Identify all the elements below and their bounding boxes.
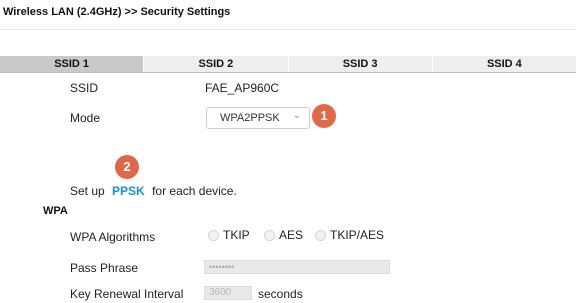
pass-phrase-input[interactable]: •••••••• [204, 260, 390, 274]
tab-ssid-1[interactable]: SSID 1 [0, 56, 144, 72]
setup-prefix: Set up [70, 184, 105, 198]
radio-aes[interactable]: AES [264, 228, 303, 242]
key-renewal-unit: seconds [258, 287, 303, 301]
radio-aes-label: AES [279, 228, 304, 242]
pass-phrase-label: Pass Phrase [70, 261, 139, 275]
radio-tkip[interactable]: TKIP [208, 228, 250, 242]
page-title: Wireless LAN (2.4GHz) >> Security Settin… [3, 6, 231, 18]
tab-ssid-3[interactable]: SSID 3 [287, 56, 432, 72]
ssid-label: SSID [70, 81, 99, 95]
radio-tkip-aes-label: TKIP/AES [330, 228, 385, 242]
mode-selected-value: WPA2PPSK [220, 112, 280, 124]
radio-circle[interactable] [264, 229, 275, 241]
ppsk-link[interactable]: PPSK [112, 184, 145, 198]
wpa-section-heading: WPA [43, 205, 68, 217]
wpa-algorithms-label: WPA Algorithms [70, 230, 156, 244]
title-divider [0, 29, 576, 30]
radio-tkip-aes[interactable]: TKIP/AES [315, 228, 384, 242]
ppsk-setup-text: Set up PPSK for each device. [70, 184, 237, 198]
key-renewal-label: Key Renewal Interval [70, 287, 184, 301]
step-badge-2: 2 [115, 155, 139, 179]
mode-select[interactable]: WPA2PPSK ⌄ [206, 107, 310, 129]
tab-ssid-2[interactable]: SSID 2 [143, 56, 288, 72]
chevron-down-icon: ⌄ [292, 110, 301, 121]
setup-suffix: for each device. [152, 184, 237, 198]
radio-circle[interactable] [315, 229, 326, 241]
radio-tkip-label: TKIP [223, 228, 250, 242]
step-badge-1: 1 [312, 104, 336, 128]
tab-ssid-4[interactable]: SSID 4 [431, 56, 576, 72]
ssid-value: FAE_AP960C [205, 81, 280, 95]
radio-circle[interactable] [208, 229, 219, 241]
ssid-tab-bar: SSID 1 SSID 2 SSID 3 SSID 4 [0, 56, 576, 73]
mode-label: Mode [70, 111, 101, 125]
key-renewal-input[interactable]: 3600 [204, 286, 252, 300]
